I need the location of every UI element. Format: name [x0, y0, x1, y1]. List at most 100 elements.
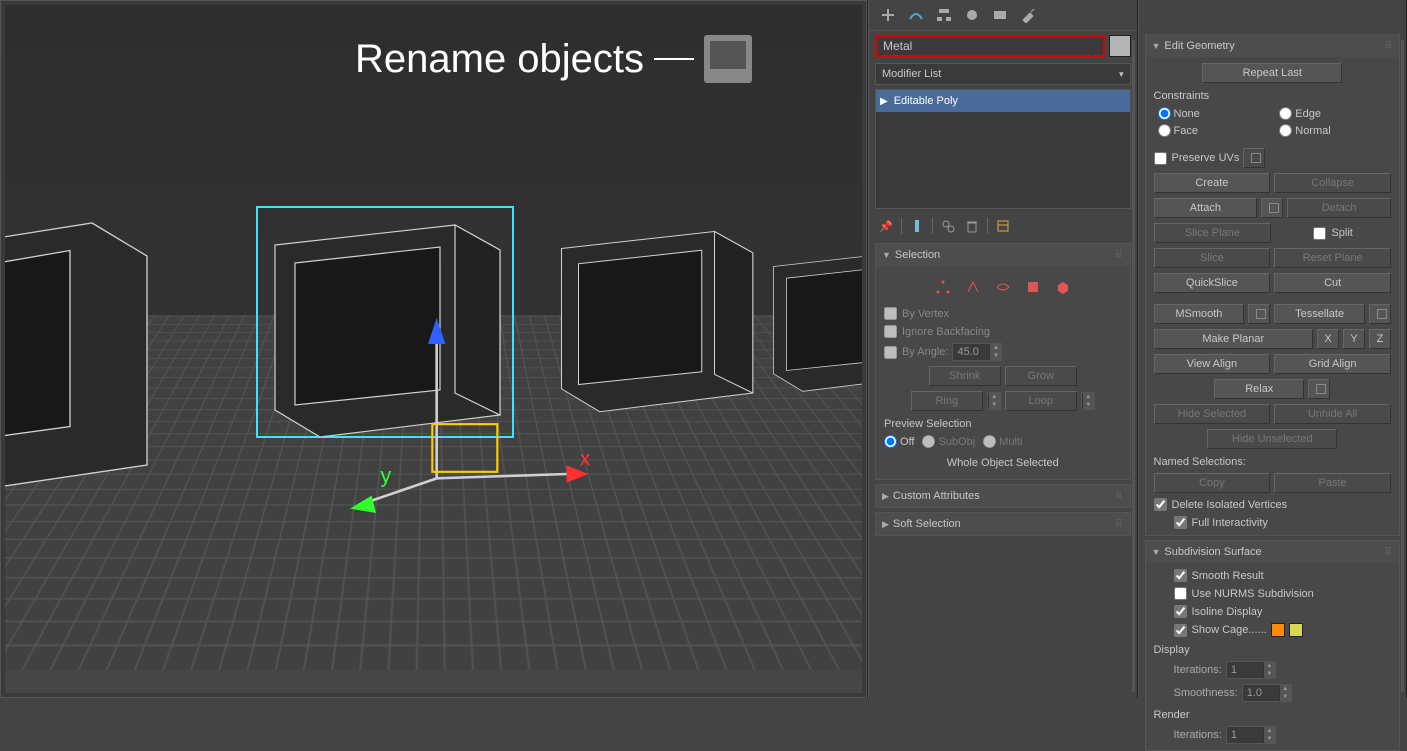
- loop-spinner[interactable]: ▲▼: [1081, 392, 1095, 410]
- hide-unselected-button[interactable]: Hide Unselected: [1207, 429, 1337, 449]
- stack-item-editable-poly[interactable]: ▶ Editable Poly: [876, 90, 1130, 112]
- rollout-subdivision-header[interactable]: ▼Subdivision Surface⠿: [1146, 541, 1400, 563]
- rollout-soft-selection: ▶Soft Selection⠿: [875, 512, 1131, 536]
- render-group-label: Render: [1154, 709, 1392, 721]
- repeat-last-button[interactable]: Repeat Last: [1202, 63, 1342, 83]
- copy-button[interactable]: Copy: [1154, 473, 1271, 493]
- tab-display[interactable]: [987, 4, 1013, 26]
- modifier-list-dropdown[interactable]: Modifier List: [875, 63, 1131, 85]
- scene-cube-selected[interactable]: x y: [255, 205, 515, 465]
- quickslice-button[interactable]: QuickSlice: [1154, 273, 1271, 293]
- use-nurms-checkbox[interactable]: Use NURMS Subdivision: [1154, 587, 1392, 600]
- by-angle-spinner[interactable]: 45.0▲▼: [952, 343, 1002, 361]
- tab-motion[interactable]: [959, 4, 985, 26]
- scene-cube[interactable]: [761, 241, 863, 410]
- iterations-spinner[interactable]: 1▲▼: [1226, 661, 1276, 679]
- stack-toolbar: 📌: [869, 211, 1137, 241]
- rollout-edit-geometry-header[interactable]: ▼Edit Geometry⠿: [1146, 35, 1400, 57]
- tab-hierarchy[interactable]: [931, 4, 957, 26]
- slice-plane-button[interactable]: Slice Plane: [1154, 223, 1272, 243]
- modifier-stack[interactable]: ▶ Editable Poly: [875, 89, 1131, 209]
- preview-subobj-radio[interactable]: SubObj: [922, 435, 975, 448]
- tab-create[interactable]: [875, 4, 901, 26]
- relax-button[interactable]: Relax: [1214, 379, 1304, 399]
- subobj-polygon-icon[interactable]: [1022, 276, 1044, 298]
- planar-x-button[interactable]: X: [1317, 329, 1339, 349]
- grid-align-button[interactable]: Grid Align: [1274, 354, 1391, 374]
- msmooth-settings[interactable]: [1248, 304, 1270, 324]
- attach-button[interactable]: Attach: [1154, 198, 1258, 218]
- smoothness-spinner[interactable]: 1.0▲▼: [1242, 684, 1292, 702]
- rollout-selection: ▼ Selection ⠿ By Vertex Ignore Backfacin…: [875, 243, 1131, 480]
- subobj-border-icon[interactable]: [992, 276, 1014, 298]
- tessellate-settings[interactable]: [1369, 304, 1391, 324]
- configure-sets-icon[interactable]: [994, 217, 1012, 235]
- relax-settings[interactable]: [1308, 379, 1330, 399]
- show-cage-checkbox[interactable]: Show Cage......: [1174, 624, 1267, 637]
- full-interactivity-checkbox[interactable]: Full Interactivity: [1154, 516, 1392, 529]
- scene-cube[interactable]: [5, 212, 158, 498]
- grow-button[interactable]: Grow: [1005, 366, 1077, 386]
- planar-z-button[interactable]: Z: [1369, 329, 1391, 349]
- reset-plane-button[interactable]: Reset Plane: [1274, 248, 1391, 268]
- preserve-uvs-settings[interactable]: [1243, 148, 1265, 168]
- rollout-title: Selection: [895, 249, 940, 261]
- tessellate-button[interactable]: Tessellate: [1274, 304, 1365, 324]
- show-end-result-icon[interactable]: [908, 217, 926, 235]
- delete-isolated-checkbox[interactable]: Delete Isolated Vertices: [1154, 498, 1392, 511]
- viewport[interactable]: x y Rename objects: [0, 0, 867, 698]
- subobj-edge-icon[interactable]: [962, 276, 984, 298]
- shrink-button[interactable]: Shrink: [929, 366, 1001, 386]
- subobj-vertex-icon[interactable]: [932, 276, 954, 298]
- loop-button[interactable]: Loop: [1005, 391, 1077, 411]
- planar-y-button[interactable]: Y: [1343, 329, 1365, 349]
- by-angle-checkbox[interactable]: By Angle:: [884, 346, 948, 359]
- cage-color-1[interactable]: [1271, 623, 1285, 637]
- rollout-custom-attributes-header[interactable]: ▶Custom Attributes⠿: [876, 485, 1130, 507]
- ring-spinner[interactable]: ▲▼: [987, 392, 1001, 410]
- rollout-selection-header[interactable]: ▼ Selection ⠿: [876, 244, 1130, 266]
- constraint-face-radio[interactable]: Face: [1158, 124, 1270, 137]
- view-align-button[interactable]: View Align: [1154, 354, 1271, 374]
- create-button[interactable]: Create: [1154, 173, 1271, 193]
- cage-color-2[interactable]: [1289, 623, 1303, 637]
- rollout-custom-attributes: ▶Custom Attributes⠿: [875, 484, 1131, 508]
- subobj-element-icon[interactable]: [1052, 276, 1074, 298]
- ignore-backfacing-checkbox[interactable]: Ignore Backfacing: [884, 325, 1122, 338]
- msmooth-button[interactable]: MSmooth: [1154, 304, 1245, 324]
- split-checkbox[interactable]: Split: [1275, 227, 1391, 240]
- constraint-edge-radio[interactable]: Edge: [1279, 107, 1391, 120]
- attach-settings[interactable]: [1261, 198, 1283, 218]
- ring-button[interactable]: Ring: [911, 391, 983, 411]
- rollout-soft-selection-header[interactable]: ▶Soft Selection⠿: [876, 513, 1130, 535]
- preserve-uvs-checkbox[interactable]: Preserve UVs: [1154, 152, 1240, 165]
- pin-stack-icon[interactable]: 📌: [877, 217, 895, 235]
- make-planar-button[interactable]: Make Planar: [1154, 329, 1314, 349]
- cut-button[interactable]: Cut: [1274, 273, 1391, 293]
- edit-geometry-panel: ▼Edit Geometry⠿ Repeat Last Constraints …: [1138, 0, 1407, 698]
- collapse-button[interactable]: Collapse: [1274, 173, 1391, 193]
- tab-utilities[interactable]: [1015, 4, 1041, 26]
- isoline-display-checkbox[interactable]: Isoline Display: [1154, 605, 1392, 618]
- paste-button[interactable]: Paste: [1274, 473, 1391, 493]
- hide-selected-button[interactable]: Hide Selected: [1154, 404, 1271, 424]
- slice-button[interactable]: Slice: [1154, 248, 1271, 268]
- constraint-normal-radio[interactable]: Normal: [1279, 124, 1391, 137]
- smooth-result-checkbox[interactable]: Smooth Result: [1154, 569, 1392, 582]
- panel-scrollbar[interactable]: [1401, 40, 1404, 692]
- constraint-none-radio[interactable]: None: [1158, 107, 1270, 120]
- annotation-overlay: Rename objects: [355, 35, 752, 83]
- by-vertex-checkbox[interactable]: By Vertex: [884, 307, 1122, 320]
- preview-off-radio[interactable]: Off: [884, 435, 914, 448]
- panel-scrollbar[interactable]: [1132, 40, 1135, 692]
- detach-button[interactable]: Detach: [1287, 198, 1391, 218]
- make-unique-icon[interactable]: [939, 217, 957, 235]
- render-iterations-spinner[interactable]: 1▲▼: [1226, 726, 1276, 744]
- object-name-input[interactable]: [875, 35, 1105, 57]
- unhide-all-button[interactable]: Unhide All: [1274, 404, 1391, 424]
- scene-cube[interactable]: [545, 215, 766, 436]
- preview-multi-radio[interactable]: Multi: [983, 435, 1022, 448]
- object-color-swatch[interactable]: [1109, 35, 1131, 57]
- remove-modifier-icon[interactable]: [963, 217, 981, 235]
- tab-modify[interactable]: [903, 4, 929, 26]
